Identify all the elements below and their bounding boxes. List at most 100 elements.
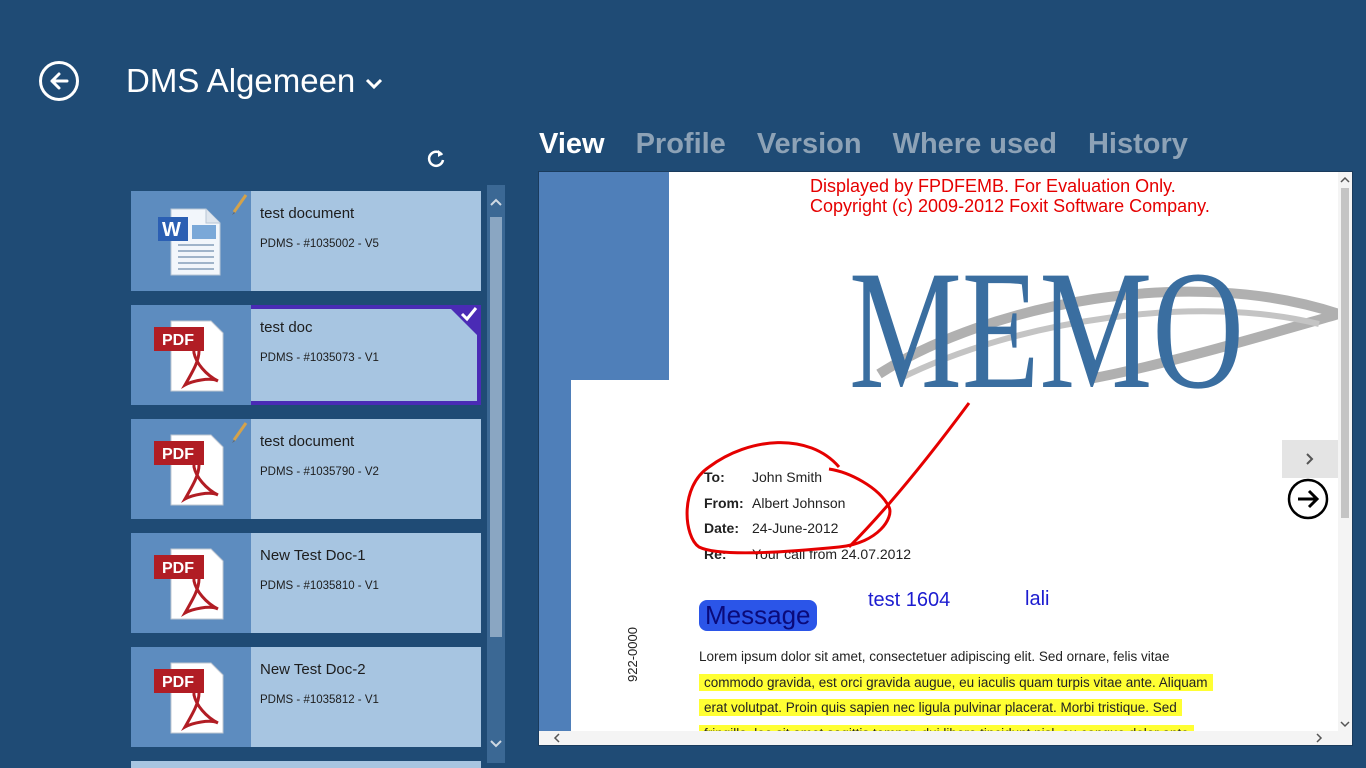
message-heading: Message [699, 600, 817, 631]
back-button[interactable] [39, 61, 79, 101]
tab-where-used[interactable]: Where used [893, 128, 1057, 161]
document-meta: PDMS - #1035790 - V2 [260, 466, 379, 478]
detail-tabs: View Profile Version Where used History [539, 128, 1188, 161]
document-item-0[interactable]: W test document PDMS - #1035002 - V5 [131, 191, 481, 291]
tab-history[interactable]: History [1088, 128, 1188, 161]
document-list-scrollbar[interactable] [487, 185, 505, 763]
document-thumbnail: PDF [131, 533, 251, 633]
chevron-down-icon [1340, 720, 1350, 727]
back-arrow-icon [50, 72, 69, 90]
memo-fields: To: John Smith From: Albert Johnson Date: 2… [704, 469, 911, 571]
field-value: Albert Johnson [752, 494, 846, 511]
scroll-left-button[interactable] [549, 731, 563, 745]
field-label: To: [704, 469, 725, 485]
evaluation-line-1: Displayed by FPDFEMB. For Evaluation Onl… [810, 176, 1176, 196]
field-label: Date: [704, 520, 740, 536]
field-label: From: [704, 494, 744, 511]
chevron-down-icon [366, 78, 383, 90]
document-meta: PDMS - #1035002 - V5 [260, 238, 379, 250]
document-item-4[interactable]: PDF New Test Doc-2 PDMS - #1035812 - V1 [131, 647, 481, 747]
memo-field-row: To: John Smith [704, 469, 911, 495]
memo-field-row: Date: 24-June-2012 [704, 520, 911, 546]
document-item-1[interactable]: PDF test doc PDMS - #1035073 - V1 [131, 305, 481, 405]
document-name: New Test Doc-1 [260, 547, 366, 564]
body-line: Lorem ipsum dolor sit amet, consectetuer… [699, 649, 1170, 664]
memo-title: MEMO [849, 236, 1244, 404]
arrow-right-circle-icon[interactable] [1287, 478, 1329, 520]
scroll-down-button[interactable] [1338, 717, 1352, 731]
document-side-band [539, 172, 571, 745]
viewer-vertical-scrollbar[interactable] [1338, 172, 1352, 731]
document-name: test document [260, 205, 355, 222]
document-info: New Test Doc-1 PDMS - #1035810 - V1 [251, 533, 481, 633]
page-title: DMS Algemeen [126, 62, 356, 99]
svg-text:PDF: PDF [162, 332, 194, 349]
scrollbar-thumb[interactable] [490, 217, 502, 637]
evaluation-line-2: Copyright (c) 2009-2012 Foxit Software C… [810, 196, 1210, 216]
chevron-down-icon [490, 740, 502, 748]
document-meta: PDMS - #1035810 - V1 [260, 580, 379, 592]
chevron-up-icon [1340, 176, 1350, 183]
chevron-up-icon [490, 198, 502, 206]
text-annotation: test 1604 [868, 589, 951, 611]
document-info: New Test Doc-2 PDMS - #1035812 - V1 [251, 647, 481, 747]
tab-view[interactable]: View [539, 128, 605, 161]
refresh-button[interactable] [424, 146, 448, 170]
chevron-right-icon [1315, 733, 1322, 743]
memo-field-row: From: Albert Johnson [704, 495, 911, 521]
document-meta: PDMS - #1035073 - V1 [260, 352, 379, 364]
document-header-band [571, 172, 669, 380]
next-page-tab[interactable] [1282, 440, 1338, 478]
highlighted-text: erat volutpat. Proin quis sapien nec lig… [699, 699, 1182, 716]
pdf-document-icon: PDF [154, 548, 224, 620]
scroll-up-button[interactable] [1338, 172, 1352, 186]
document-info: test document PDMS - #1035002 - V5 [251, 191, 481, 291]
pencil-icon [232, 422, 248, 443]
document-item-3[interactable]: PDF New Test Doc-1 PDMS - #1035810 - V1 [131, 533, 481, 633]
highlighted-text: commodo gravida, est orci gravida augue,… [699, 673, 1213, 691]
chevron-left-icon [553, 733, 560, 743]
text-annotation: lali [1025, 588, 1050, 610]
memo-logo: MEMO [849, 236, 1349, 404]
pencil-icon [232, 194, 248, 215]
evaluation-notice: Displayed by FPDFEMB. For Evaluation Onl… [810, 176, 1210, 216]
document-name: test document [260, 433, 355, 450]
document-thumbnail: PDF [131, 647, 251, 747]
scroll-right-button[interactable] [1312, 731, 1326, 745]
document-name: New Test Doc-2 [260, 661, 366, 678]
tab-profile[interactable]: Profile [636, 128, 726, 161]
vertical-number: 922-0000 [625, 627, 640, 682]
pdf-document-icon: PDF [154, 662, 224, 734]
document-thumbnail: W [131, 191, 251, 291]
svg-text:PDF: PDF [162, 560, 194, 577]
scroll-down-button[interactable] [487, 733, 505, 755]
chevron-right-icon [1306, 453, 1314, 465]
scroll-up-button[interactable] [487, 191, 505, 213]
document-viewer[interactable]: Displayed by FPDFEMB. For Evaluation Onl… [538, 171, 1353, 746]
document-list: W test document PDMS - #1035002 - V5 PDF… [131, 191, 481, 768]
pdf-document-icon: PDF [154, 434, 224, 506]
svg-text:PDF: PDF [162, 446, 194, 463]
document-thumbnail: PDF [131, 419, 251, 519]
field-label: Re: [704, 545, 727, 562]
document-name: test doc [260, 319, 313, 336]
svg-text:PDF: PDF [162, 674, 194, 691]
tab-version[interactable]: Version [757, 128, 862, 161]
workspace-selector[interactable]: DMS Algemeen [126, 62, 383, 100]
svg-text:W: W [162, 219, 181, 241]
document-item-2[interactable]: PDF test document PDMS - #1035790 - V2 [131, 419, 481, 519]
document-meta: PDMS - #1035812 - V1 [260, 694, 379, 706]
field-value: John Smith [752, 469, 823, 485]
document-thumbnail: PDF [131, 305, 251, 405]
document-info: test document PDMS - #1035790 - V2 [251, 419, 481, 519]
pdf-document-icon: PDF [154, 320, 224, 392]
memo-field-row: Re: Your call from 24.07.2012 [704, 546, 911, 572]
refresh-icon [427, 150, 445, 167]
field-value: 24-June-2012 [752, 520, 839, 536]
field-value: Your call from 24.07.2012 [752, 545, 912, 562]
word-document-icon: W [157, 208, 220, 276]
viewer-horizontal-scrollbar[interactable] [539, 731, 1352, 745]
checkmark-icon [460, 307, 478, 322]
scrollbar-thumb[interactable] [1341, 188, 1349, 518]
document-item-partial [131, 761, 481, 768]
